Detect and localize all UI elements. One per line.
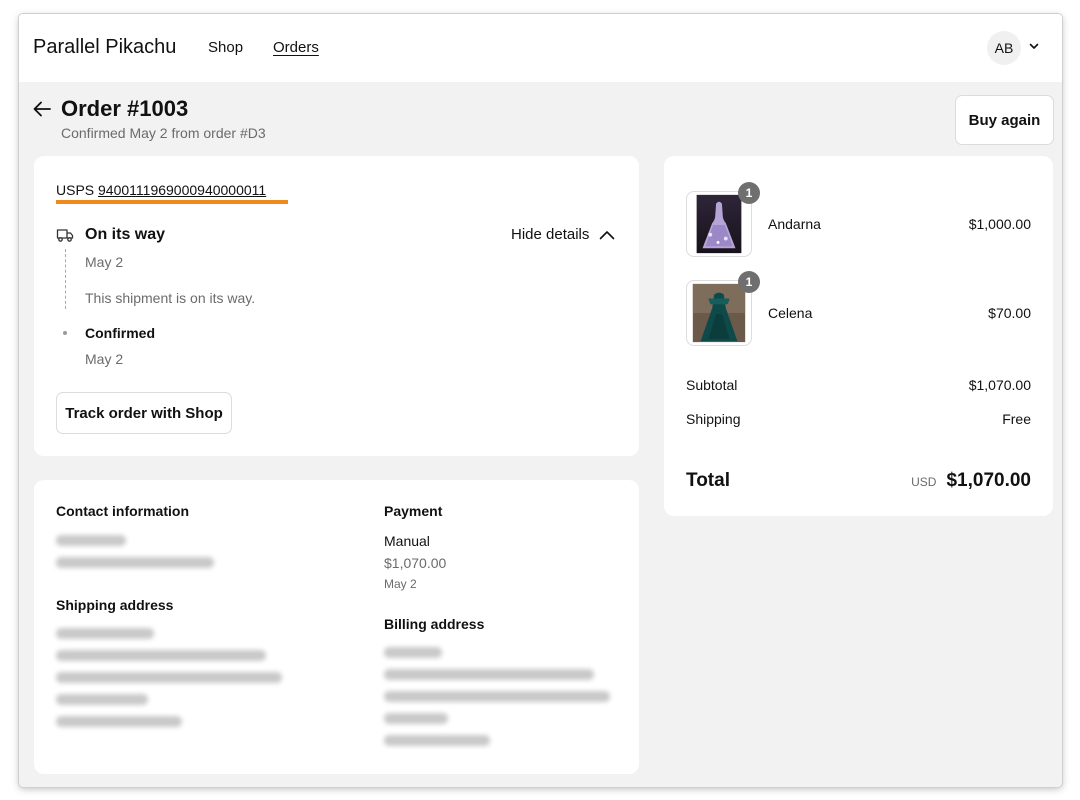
tracking-info: USPS 9400111969000940000011 <box>56 182 266 198</box>
delivery-truck-icon <box>56 229 74 242</box>
order-summary-card: 1 Andarna $1,000.00 1 Celena $70.00 Subt… <box>664 156 1053 516</box>
billing-address-heading: Billing address <box>384 616 485 632</box>
blurred-address-line <box>56 650 266 661</box>
contact-heading: Contact information <box>56 503 189 519</box>
blurred-contact-name <box>56 535 126 546</box>
top-nav: Parallel Pikachu Shop Orders AB <box>19 14 1062 82</box>
order-info-card: Contact information Shipping address Pay… <box>34 480 639 774</box>
timeline-connector <box>65 249 66 309</box>
item-name: Andarna <box>768 216 821 232</box>
hide-details-label: Hide details <box>511 226 590 243</box>
blurred-billing-line <box>384 647 442 658</box>
total-amount: USD $1,070.00 <box>911 470 1031 492</box>
blurred-contact-email <box>56 557 214 568</box>
store-brand[interactable]: Parallel Pikachu <box>33 36 176 59</box>
item-price: $70.00 <box>988 305 1031 321</box>
shipping-value: Free <box>1002 411 1031 427</box>
avatar[interactable]: AB <box>987 31 1021 65</box>
event-confirmed-title: Confirmed <box>85 325 155 341</box>
buy-again-button[interactable]: Buy again <box>955 95 1054 145</box>
event-date: May 2 <box>85 351 124 367</box>
blurred-billing-line <box>384 735 490 746</box>
blurred-address-line <box>56 628 154 639</box>
payment-amount: $1,070.00 <box>384 555 447 571</box>
timeline-dot <box>63 331 67 335</box>
page-subtitle: Confirmed May 2 from order #D3 <box>61 125 266 141</box>
nav-link-orders[interactable]: Orders <box>273 39 319 56</box>
shipment-status-title: On its way <box>85 226 166 243</box>
carrier-name: USPS <box>56 182 95 198</box>
item-name: Celena <box>768 305 813 321</box>
hide-details-toggle[interactable]: Hide details <box>511 226 615 243</box>
blurred-address-line <box>56 716 182 727</box>
back-arrow-icon[interactable] <box>32 100 52 118</box>
chevron-down-icon[interactable] <box>1028 40 1040 52</box>
nav-link-shop[interactable]: Shop <box>208 39 243 56</box>
subtotal-label: Subtotal <box>686 377 738 393</box>
total-label: Total <box>686 470 730 491</box>
blurred-billing-line <box>384 669 594 680</box>
shipment-card: USPS 9400111969000940000011 On its way H… <box>34 156 639 456</box>
chevron-up-icon <box>600 230 615 239</box>
subtotal-value: $1,070.00 <box>968 377 1031 393</box>
blurred-billing-line <box>384 691 610 702</box>
event-date: May 2 <box>85 254 124 270</box>
payment-method: Manual <box>384 533 430 549</box>
payment-date: May 2 <box>384 577 417 591</box>
track-order-button[interactable]: Track order with Shop <box>56 392 232 434</box>
blurred-address-line <box>56 694 148 705</box>
tracking-highlight <box>56 200 288 204</box>
total-value: $1,070.00 <box>946 470 1031 491</box>
shipping-address-heading: Shipping address <box>56 597 174 613</box>
browser-window: Parallel Pikachu Shop Orders AB Order #1… <box>19 14 1062 787</box>
shipping-label: Shipping <box>686 411 741 427</box>
item-price: $1,000.00 <box>968 216 1031 232</box>
blurred-address-line <box>56 672 282 683</box>
event-description: This shipment is on its way. <box>85 290 256 306</box>
quantity-badge: 1 <box>738 271 760 293</box>
quantity-badge: 1 <box>738 182 760 204</box>
tracking-number-link[interactable]: 9400111969000940000011 <box>98 182 266 198</box>
page-title: Order #1003 <box>61 96 189 121</box>
blurred-billing-line <box>384 713 448 724</box>
total-currency: USD <box>911 475 937 489</box>
payment-heading: Payment <box>384 503 443 519</box>
